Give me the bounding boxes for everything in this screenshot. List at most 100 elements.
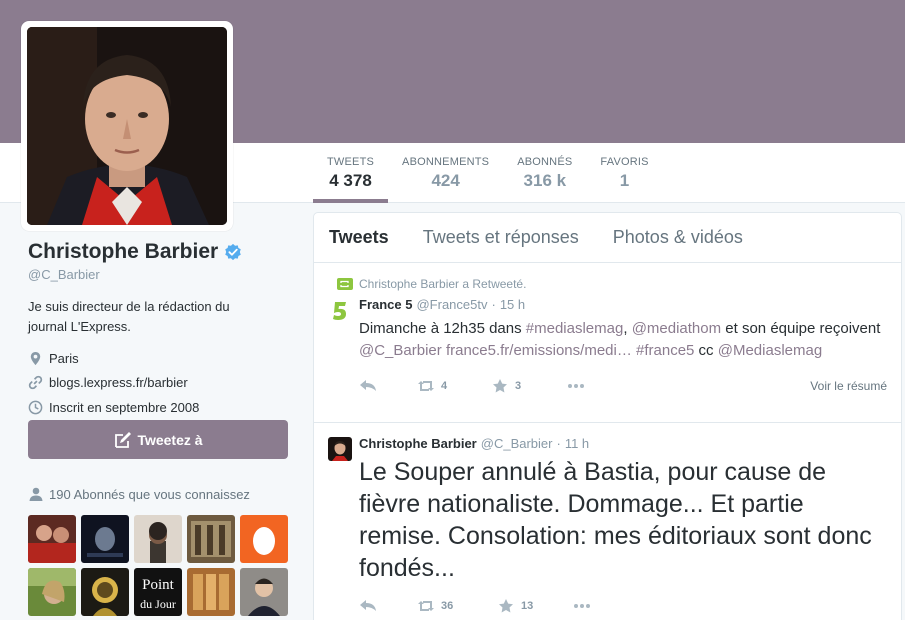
- retweet-label[interactable]: Christophe Barbier a Retweeté.: [359, 277, 526, 291]
- tweet-avatar-france5[interactable]: [328, 299, 352, 323]
- follower-thumbnail[interactable]: [81, 568, 129, 616]
- tweet-item[interactable]: Christophe Barbier @C_Barbier · 11 h Le …: [314, 423, 901, 620]
- mention-link[interactable]: @Mediaslemag: [718, 342, 822, 359]
- timeline-tabs: Tweets Tweets et réponses Photos & vidéo…: [314, 213, 901, 263]
- tab-photos-videos[interactable]: Photos & vidéos: [613, 227, 743, 248]
- follower-thumbnail[interactable]: [187, 515, 235, 563]
- svg-text:du Jour: du Jour: [140, 597, 176, 611]
- tweet-header: Christophe Barbier @C_Barbier · 11 h: [359, 423, 887, 451]
- tweet-item[interactable]: Christophe Barbier a Retweeté. France 5 …: [314, 263, 901, 423]
- followers-thumbnails: Point du Jour: [28, 515, 288, 616]
- joined-text: Inscrit en septembre 2008: [49, 399, 200, 415]
- mention-link[interactable]: @C_Barbier: [359, 342, 442, 359]
- svg-text:Point: Point: [142, 577, 175, 593]
- retweet-button[interactable]: 36: [417, 599, 497, 613]
- follower-thumbnail[interactable]: [187, 568, 235, 616]
- tweet-text: Dimanche à 12h35 dans #mediaslemag, @med…: [359, 318, 887, 362]
- follower-thumbnail[interactable]: [28, 568, 76, 616]
- star-icon: [493, 379, 507, 393]
- favorite-count: 3: [515, 380, 522, 392]
- favorite-button[interactable]: 13: [497, 599, 573, 613]
- retweet-count: 36: [441, 600, 454, 612]
- tweet-author-handle[interactable]: @C_Barbier: [481, 436, 553, 451]
- location-text[interactable]: Paris: [49, 351, 79, 366]
- profile-handle[interactable]: @C_Barbier: [28, 267, 290, 282]
- profile-stats-nav: TWEETS 4 378 ABONNEMENTS 424 ABONNÉS 316…: [313, 143, 663, 203]
- retweet-button[interactable]: 4: [417, 379, 491, 393]
- compose-icon: [115, 431, 132, 448]
- separator-dot: ·: [491, 297, 496, 312]
- stat-label: TWEETS: [327, 156, 375, 168]
- hashtag-link[interactable]: #mediaslemag: [526, 320, 624, 337]
- profile-name[interactable]: Christophe Barbier: [28, 240, 218, 264]
- follower-thumbnail[interactable]: [134, 515, 182, 563]
- favorite-button[interactable]: 3: [491, 379, 567, 393]
- profile-website: blogs.lexpress.fr/barbier: [28, 371, 290, 396]
- tweet-to-label: Tweetez à: [137, 431, 203, 448]
- website-link[interactable]: blogs.lexpress.fr/barbier: [49, 375, 188, 390]
- followers-icon: [29, 487, 43, 501]
- stat-value: 424: [431, 171, 460, 190]
- tab-tweets-replies[interactable]: Tweets et réponses: [423, 227, 579, 248]
- more-icon: [574, 604, 590, 608]
- url-link[interactable]: france5.fr/emissions/medi…: [446, 342, 632, 359]
- verified-icon: [225, 243, 241, 261]
- follower-thumbnail[interactable]: Point du Jour: [134, 568, 182, 616]
- tweet-author-name[interactable]: Christophe Barbier: [359, 436, 477, 451]
- profile-bio: Je suis directeur de la rédaction du jou…: [28, 299, 230, 334]
- star-icon: [499, 599, 513, 613]
- text-segment: cc: [694, 342, 718, 359]
- france5-logo: [328, 299, 352, 323]
- calendar-icon: [28, 400, 43, 415]
- follower-thumbnail[interactable]: [240, 568, 288, 616]
- follower-thumbnail[interactable]: [28, 515, 76, 563]
- link-icon: [28, 376, 43, 390]
- follower-thumbnail[interactable]: [240, 515, 288, 563]
- tweet-author-handle[interactable]: @France5tv: [416, 297, 487, 312]
- tweet-time[interactable]: 11 h: [565, 436, 589, 451]
- location-icon: [30, 351, 41, 365]
- hashtag-link[interactable]: #france5: [636, 342, 694, 359]
- retweet-context: Christophe Barbier a Retweeté.: [337, 263, 887, 291]
- tweet-actions: 4 3 Voir le résumé: [359, 368, 887, 404]
- stat-tweets[interactable]: TWEETS 4 378: [313, 143, 389, 203]
- stat-label: ABONNEMENTS: [402, 156, 490, 168]
- stat-value: 316 k: [523, 171, 567, 190]
- author-avatar-image: [328, 437, 352, 461]
- retweet-icon: [418, 601, 434, 611]
- retweet-icon: [418, 381, 434, 391]
- stat-label: ABONNÉS: [517, 156, 573, 168]
- reply-button[interactable]: [359, 379, 417, 393]
- more-button[interactable]: [573, 599, 591, 613]
- more-button[interactable]: [567, 379, 585, 393]
- text-segment: ,: [623, 320, 632, 337]
- stat-followers[interactable]: ABONNÉS 316 k: [503, 143, 586, 203]
- reply-icon: [360, 600, 376, 611]
- mention-link[interactable]: @mediathom: [632, 320, 721, 337]
- tab-tweets[interactable]: Tweets: [329, 227, 389, 248]
- followers-you-know-label: 190 Abonnés que vous connaissez: [49, 486, 250, 502]
- tweet-to-button[interactable]: Tweetez à: [28, 420, 288, 459]
- tweet-author-name[interactable]: France 5: [359, 297, 412, 312]
- followers-you-know[interactable]: 190 Abonnés que vous connaissez: [28, 486, 250, 502]
- stat-value: 4 378: [329, 171, 372, 190]
- tweet-text: Le Souper annulé à Bastia, pour cause de…: [359, 458, 872, 582]
- separator-dot: ·: [556, 436, 561, 451]
- reply-button[interactable]: [359, 599, 417, 613]
- stat-label: FAVORIS: [600, 156, 649, 168]
- profile-meta: Paris blogs.lexpress.fr/barbier Inscrit …: [28, 346, 290, 420]
- tweet-header: France 5 @France5tv · 15 h: [359, 297, 887, 312]
- stat-value: 1: [619, 171, 630, 190]
- profile-location: Paris: [28, 346, 290, 371]
- view-summary-link[interactable]: Voir le résumé: [810, 379, 887, 393]
- tweet-time[interactable]: 15 h: [500, 297, 525, 312]
- profile-joined: Inscrit en septembre 2008: [28, 395, 290, 420]
- stat-following[interactable]: ABONNEMENTS 424: [388, 143, 503, 203]
- stat-favorites[interactable]: FAVORIS 1: [586, 143, 662, 203]
- text-segment: Dimanche à 12h35 dans: [359, 320, 526, 337]
- follower-thumbnail[interactable]: [81, 515, 129, 563]
- retweet-count: 4: [441, 380, 448, 392]
- tweet-avatar[interactable]: [328, 437, 352, 461]
- tweet-actions: 36 13: [359, 588, 887, 620]
- profile-avatar[interactable]: [21, 21, 233, 231]
